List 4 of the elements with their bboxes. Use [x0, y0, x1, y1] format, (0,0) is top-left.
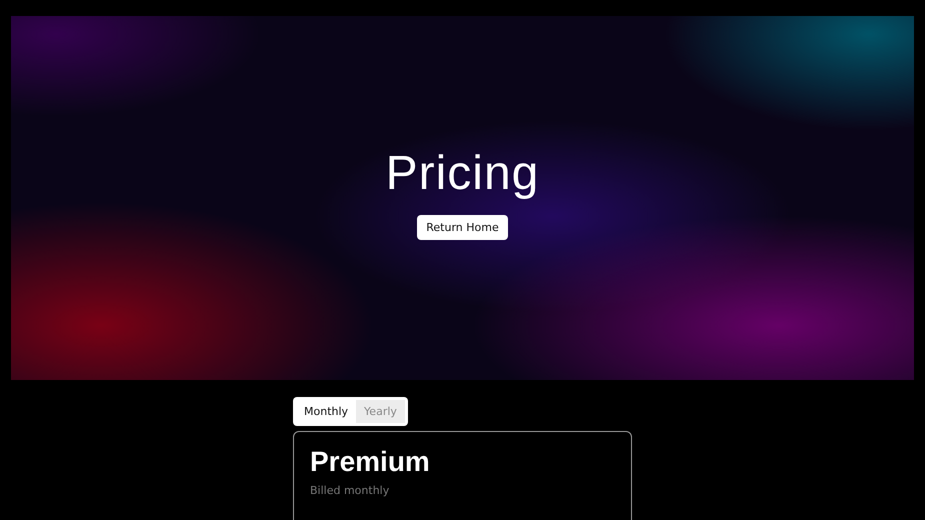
page-title: Pricing [386, 148, 540, 201]
return-home-button[interactable]: Return Home [417, 214, 508, 240]
plan-name: Premium [310, 446, 431, 478]
billing-note: Billed monthly [310, 484, 390, 497]
